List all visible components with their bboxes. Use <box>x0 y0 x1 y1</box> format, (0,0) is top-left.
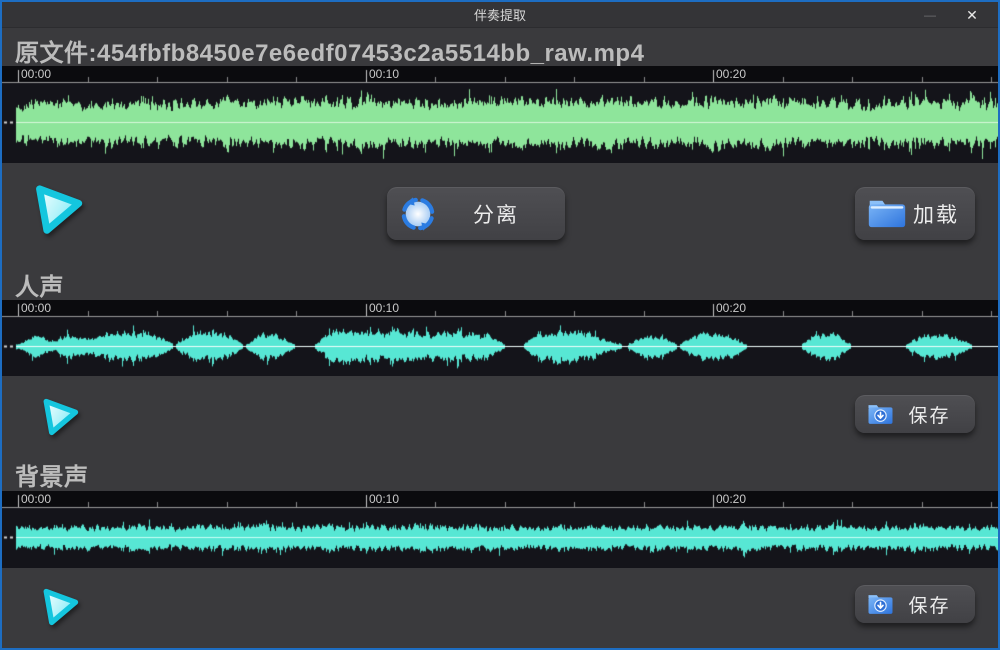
background-label: 背景声 <box>15 457 89 492</box>
vocals-label: 人声 <box>15 267 64 302</box>
load-button[interactable]: 加载 <box>855 187 975 240</box>
ruler-label: 00:00 <box>21 492 51 506</box>
waveform-panel-original: 00:00 00:10 00:20 <box>2 66 998 163</box>
separate-button-label: 分离 <box>437 199 555 229</box>
waveform-canvas-background[interactable] <box>2 491 998 568</box>
source-file-label: 原文件:454fbfb8450e7e6edf07453c2a5514bb_raw… <box>15 33 644 68</box>
close-button[interactable]: ✕ <box>956 2 988 28</box>
titlebar[interactable]: 伴奏提取 <box>2 2 998 28</box>
separate-button[interactable]: 分离 <box>387 187 565 240</box>
ruler-label: 00:00 <box>21 67 51 81</box>
waveform-canvas-vocals[interactable] <box>2 300 998 376</box>
ruler-label: 00:10 <box>369 301 399 315</box>
save-vocals-button[interactable]: 保存 <box>855 395 975 433</box>
folder-open-icon <box>867 197 907 230</box>
app-window: 伴奏提取 — ✕ 原文件:454fbfb8450e7e6edf07453c2a5… <box>0 0 1000 650</box>
ruler-label: 00:10 <box>369 67 399 81</box>
minimize-button[interactable]: — <box>914 2 946 28</box>
folder-download-icon <box>867 593 894 616</box>
save-vocals-button-label: 保存 <box>894 401 965 428</box>
ruler-label: 00:10 <box>369 492 399 506</box>
play-icon <box>36 391 84 439</box>
waveform-canvas-original[interactable] <box>2 66 998 163</box>
play-background-button[interactable] <box>36 581 84 629</box>
ruler-label: 00:20 <box>716 67 746 81</box>
sync-icon <box>399 195 437 233</box>
play-vocals-button[interactable] <box>36 391 84 439</box>
play-original-button[interactable] <box>26 175 90 239</box>
save-background-button-label: 保存 <box>894 591 965 618</box>
waveform-panel-vocals: 00:00 00:10 00:20 <box>2 300 998 376</box>
waveform-panel-background: 00:00 00:10 00:20 <box>2 491 998 568</box>
play-icon <box>26 175 90 239</box>
ruler-label: 00:20 <box>716 301 746 315</box>
load-button-label: 加载 <box>907 199 965 229</box>
ruler-label: 00:00 <box>21 301 51 315</box>
folder-download-icon <box>867 403 894 426</box>
window-title: 伴奏提取 <box>474 5 526 24</box>
ruler-label: 00:20 <box>716 492 746 506</box>
save-background-button[interactable]: 保存 <box>855 585 975 623</box>
play-icon <box>36 581 84 629</box>
